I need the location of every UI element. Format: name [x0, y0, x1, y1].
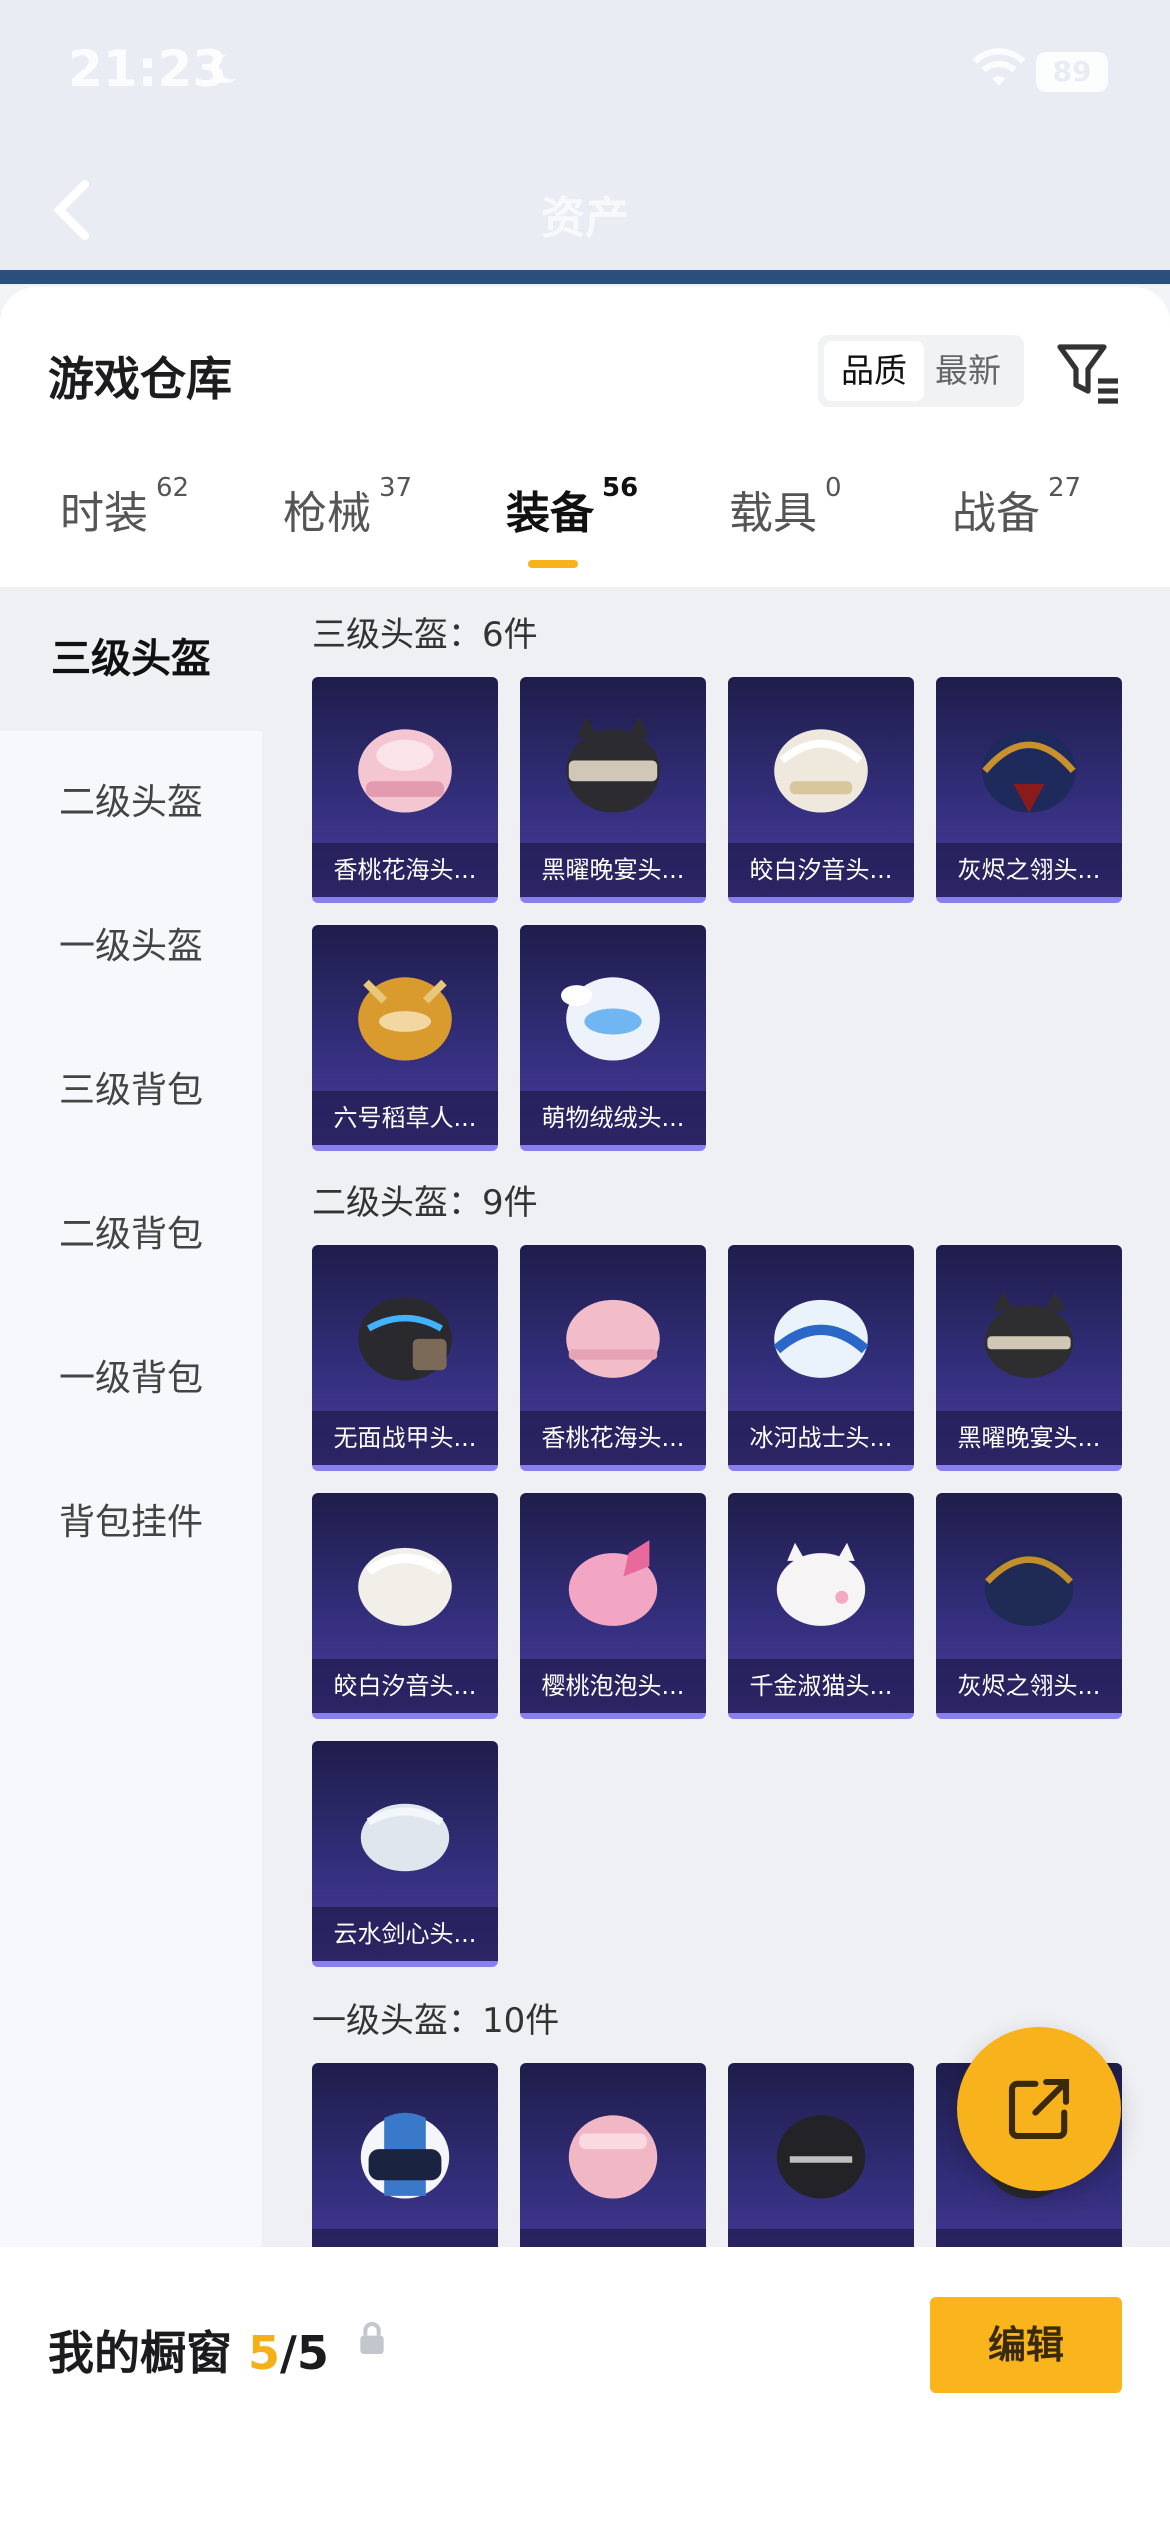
helmet-icon — [358, 977, 452, 1061]
helmet-icon — [566, 1299, 660, 1378]
item-card[interactable] — [520, 2063, 706, 2247]
item-card[interactable]: 冰河战士头... — [728, 1245, 914, 1471]
helmet-icon — [776, 1542, 866, 1626]
nav-title: 资产 — [541, 193, 629, 244]
header-accent-strip — [0, 270, 1170, 284]
share-button[interactable] — [957, 2027, 1121, 2191]
item-card[interactable]: 香桃花海头... — [312, 677, 498, 903]
item-card[interactable]: 黑曜晚宴头... — [520, 677, 706, 903]
sidebar-item-helmet-1[interactable]: 一级头盔 — [0, 875, 262, 1019]
section-title: 一级头盔：10件 — [312, 2001, 560, 2041]
tab-guns[interactable]: 枪械 37 — [283, 473, 412, 587]
item-grid: 三级头盔：6件 香桃花海头... 黑曜晚宴头... 皎白汐音头... 灰烬之翎头… — [262, 587, 1170, 2247]
item-card[interactable]: 萌物绒绒头... — [520, 925, 706, 1151]
tab-equipment[interactable]: 装备 56 — [506, 473, 638, 587]
active-tab-indicator — [528, 560, 578, 568]
helmet-icon — [360, 2112, 450, 2199]
lock-icon — [360, 2322, 384, 2354]
category-tabs: 时装 62 枪械 37 装备 56 载具 0 战备 27 — [0, 473, 1170, 587]
item-card[interactable] — [728, 2063, 914, 2247]
tab-supplies[interactable]: 战备 27 — [952, 473, 1081, 587]
sort-quality-button[interactable]: 品质 — [824, 341, 924, 401]
helmet-icon — [982, 729, 1076, 813]
item-card[interactable]: 灰烬之翎头... — [936, 1493, 1122, 1719]
warehouse-sheet: 游戏仓库 品质 最新 时装 62 枪械 37 装备 56 载具 0 战备 27 三级头盔 … — [0, 287, 1170, 2532]
sidebar-item-backpack-pendant[interactable]: 背包挂件 — [0, 1451, 262, 1595]
nav-bar: 资产 — [0, 160, 1170, 260]
helmet-icon — [774, 729, 868, 813]
helmet-icon — [984, 1553, 1074, 1626]
item-card[interactable]: 云水剑心头... — [312, 1741, 498, 1967]
helmet-icon — [358, 729, 452, 813]
section-title: 二级头盔：9件 — [312, 1183, 538, 1223]
status-bar: 21:23 89 — [0, 0, 1170, 140]
showcase-label: 我的橱窗 5/5 — [48, 2326, 329, 2380]
share-icon — [1008, 2078, 1070, 2140]
helmet-icon — [358, 1547, 452, 1626]
helmet-icon — [561, 977, 660, 1061]
warehouse-body: 三级头盔 二级头盔 一级头盔 三级背包 二级背包 一级背包 背包挂件 三级头盔：… — [0, 587, 1170, 2247]
edit-button[interactable]: 编辑 — [930, 2297, 1122, 2393]
bottom-bar: 我的橱窗 5/5 编辑 — [0, 2247, 1170, 2532]
item-card[interactable]: 黑曜晚宴头... — [936, 1245, 1122, 1471]
sort-toggle: 品质 最新 — [818, 335, 1024, 407]
wifi-icon — [972, 48, 1026, 86]
item-card[interactable]: 六号稻草人... — [312, 925, 498, 1151]
moon-icon — [211, 54, 237, 84]
helmet-icon — [566, 716, 660, 813]
item-card[interactable] — [312, 2063, 498, 2247]
section-title: 三级头盔：6件 — [312, 615, 538, 655]
helmet-icon — [358, 1297, 452, 1381]
tab-fashion[interactable]: 时装 62 — [60, 473, 189, 587]
item-card[interactable]: 千金淑猫头... — [728, 1493, 914, 1719]
sidebar-item-helmet-3[interactable]: 三级头盔 — [0, 587, 262, 731]
helmet-icon — [568, 2115, 658, 2199]
helmet-icon — [984, 1292, 1074, 1378]
sidebar: 三级头盔 二级头盔 一级头盔 三级背包 二级背包 一级背包 背包挂件 — [0, 587, 262, 2247]
sidebar-item-backpack-1[interactable]: 一级背包 — [0, 1307, 262, 1451]
item-card[interactable]: 灰烬之翎头... — [936, 677, 1122, 903]
sort-latest-button[interactable]: 最新 — [918, 341, 1018, 401]
page-title: 游戏仓库 — [48, 352, 232, 406]
item-card[interactable]: 无面战甲头... — [312, 1245, 498, 1471]
item-card[interactable]: 皎白汐音头... — [728, 677, 914, 903]
item-card[interactable]: 皎白汐音头... — [312, 1493, 498, 1719]
helmet-icon — [773, 1299, 869, 1378]
helmet-icon — [776, 2115, 866, 2199]
item-card[interactable]: 樱桃泡泡头... — [520, 1493, 706, 1719]
battery-icon: 89 — [1036, 52, 1108, 92]
helmet-icon — [568, 1540, 658, 1626]
tab-vehicles[interactable]: 载具 0 — [729, 473, 842, 587]
sidebar-item-helmet-2[interactable]: 二级头盔 — [0, 731, 262, 875]
item-card[interactable]: 香桃花海头... — [520, 1245, 706, 1471]
filter-icon[interactable] — [1054, 337, 1122, 405]
sidebar-item-backpack-3[interactable]: 三级背包 — [0, 1019, 262, 1163]
helmet-icon — [360, 1803, 450, 1872]
sidebar-item-backpack-2[interactable]: 二级背包 — [0, 1163, 262, 1307]
